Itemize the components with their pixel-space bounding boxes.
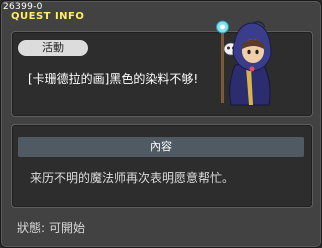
category-badge: 活動	[18, 40, 88, 56]
quest-content-panel: 內容 来历不明的魔法师再次表明愿意帮忙。	[11, 124, 313, 208]
window-title: QUEST INFO	[11, 11, 85, 22]
status-label: 狀態:	[17, 221, 46, 235]
staff-icon	[221, 29, 224, 103]
quest-info-window: 26399-0 QUEST INFO 活動 [卡珊德拉的画]黑色的染料不够! 內…	[0, 0, 322, 248]
quest-name: [卡珊德拉的画]黑色的染料不够!	[28, 72, 199, 86]
status-value: 可開始	[49, 221, 86, 235]
quest-description: 来历不明的魔法师再次表明愿意帮忙。	[30, 171, 235, 185]
npc-wizard-portrait	[216, 20, 272, 106]
content-header: 內容	[18, 137, 304, 157]
quest-status: 狀態: 可開始	[17, 219, 85, 236]
